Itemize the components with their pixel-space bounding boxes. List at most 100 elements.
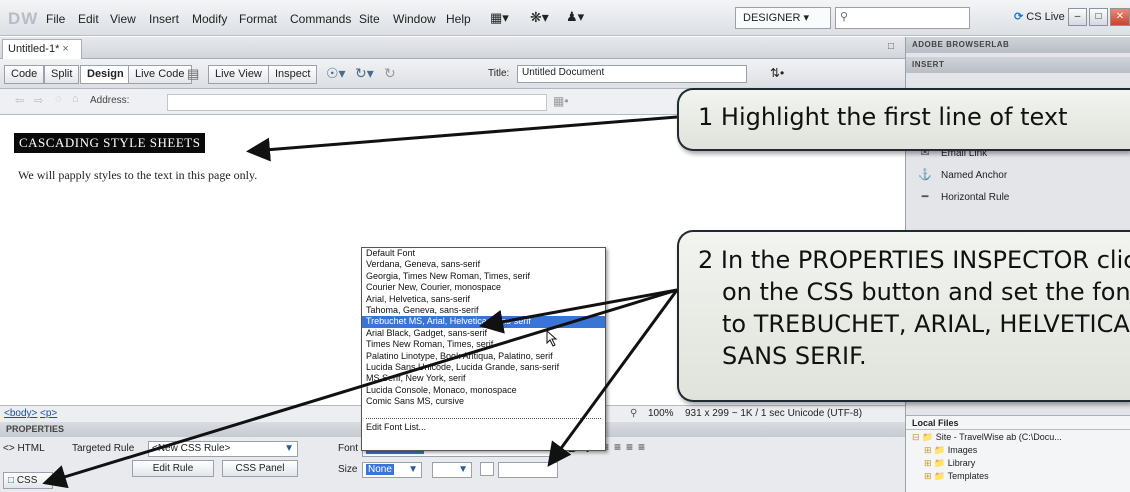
insert-named-anchor[interactable]: ⚓ Named Anchor	[906, 165, 1130, 187]
color-input[interactable]	[498, 462, 558, 478]
file-management-icon[interactable]: ⇅•	[770, 66, 784, 80]
file-item-templates[interactable]: ⊞ 📁 Templates	[906, 469, 1130, 482]
menu-commands[interactable]: Commands	[290, 12, 351, 26]
cslive-label: CS Live	[1026, 11, 1065, 23]
document-tab[interactable]: Untitled-1* ×	[2, 39, 82, 59]
forward-icon[interactable]: ⇨	[34, 94, 43, 107]
split-view-button[interactable]: Split	[44, 65, 80, 84]
menu-window[interactable]: Window	[393, 12, 436, 26]
menu-view[interactable]: View	[110, 12, 136, 26]
workspace-label: DESIGNER	[743, 12, 801, 24]
font-option[interactable]: Georgia, Times New Roman, Times, serif	[362, 271, 605, 282]
font-option[interactable]: Comic Sans MS, cursive	[362, 396, 605, 407]
design-view-button[interactable]: Design	[80, 65, 131, 84]
font-option[interactable]: Lucida Sans Unicode, Lucida Grande, sans…	[362, 362, 605, 373]
edit-rule-button[interactable]: Edit Rule	[132, 460, 214, 477]
font-option[interactable]: Courier New, Courier, monospace	[362, 282, 605, 293]
size-select[interactable]: None ▼	[362, 462, 422, 478]
menu-file[interactable]: File	[46, 12, 65, 26]
close-button[interactable]: ✕	[1110, 8, 1130, 26]
restore-icon[interactable]: □	[888, 41, 894, 52]
insert-anchor-label: Named Anchor	[941, 170, 1008, 181]
refresh-icon[interactable]: ↻	[384, 65, 396, 82]
menu-separator	[366, 407, 601, 420]
files-panel: Local Files ⊟ 📁 Site - TravelWise ab (C:…	[906, 415, 1130, 492]
font-option[interactable]: Arial, Helvetica, sans-serif	[362, 294, 605, 305]
folder-icon: ⊞ 📁	[924, 458, 946, 468]
search-input[interactable]: ⚲	[835, 7, 970, 29]
font-option[interactable]: MS Serif, New York, serif	[362, 373, 605, 384]
address-options-icon[interactable]: ▦•	[553, 94, 569, 108]
insert-panel-header[interactable]: INSERT	[906, 57, 1130, 73]
font-option[interactable]: Palatino Linotype, Book Antiqua, Palatin…	[362, 351, 605, 362]
inspect-button[interactable]: Inspect	[268, 65, 318, 84]
targeted-rule-select[interactable]: <New CSS Rule> ▼	[148, 441, 298, 457]
menu-format[interactable]: Format	[239, 12, 277, 26]
page-heading-selected[interactable]: CASCADING STYLE SHEETS	[14, 133, 206, 153]
font-option[interactable]: Trebuchet MS, Arial, Helvetica, sans-ser…	[362, 316, 605, 328]
file-item-library[interactable]: ⊞ 📁 Library	[906, 456, 1130, 469]
menu-help[interactable]: Help	[446, 12, 471, 26]
font-option[interactable]: Verdana, Geneva, sans-serif	[362, 259, 605, 270]
chevron-down-icon: ▼	[458, 464, 468, 475]
font-dropdown-menu[interactable]: Default Font Verdana, Geneva, sans-serif G…	[361, 247, 606, 451]
extend-icon[interactable]: ❋▾	[530, 9, 549, 26]
document-toolbar: Code Split Design Live Code ▤ Live View …	[0, 59, 905, 89]
live-view-button[interactable]: Live View	[208, 65, 269, 84]
tag-p[interactable]: <p>	[40, 408, 57, 419]
insert-horizontal-rule[interactable]: ━ Horizontal Rule	[906, 187, 1130, 209]
file-label: Site - TravelWise ab (C:\Docu...	[935, 432, 1062, 442]
html-button[interactable]: <> HTML	[3, 441, 58, 458]
browserlab-panel-header[interactable]: ADOBE BROWSERLAB	[906, 37, 1130, 53]
stop-icon[interactable]: ◌	[55, 93, 62, 105]
file-item-site[interactable]: ⊟ 📁 Site - TravelWise ab (C:\Docu...	[906, 430, 1130, 443]
anchor-icon: ⚓	[918, 169, 932, 181]
workspace-switcher[interactable]: DESIGNER ▾	[735, 7, 831, 29]
css-button[interactable]: □ CSS	[3, 472, 53, 489]
menu-edit[interactable]: Edit	[78, 12, 99, 26]
minimize-button[interactable]: –	[1068, 8, 1087, 26]
folder-icon: ⊞ 📁	[924, 445, 946, 455]
refresh-design-icon[interactable]: ↻▾	[355, 65, 374, 82]
menu-insert[interactable]: Insert	[149, 12, 179, 26]
menu-site[interactable]: Site	[359, 12, 380, 26]
callout-2-line-2: on the CSS button and set the font	[722, 278, 1130, 306]
font-label: Font	[338, 443, 359, 454]
zoom-tool-icon[interactable]: ⚲	[630, 408, 637, 419]
insert-hr-label: Horizontal Rule	[941, 192, 1010, 203]
tag-body[interactable]: <body>	[4, 408, 37, 419]
title-input[interactable]: Untitled Document	[517, 65, 747, 83]
search-icon: ⚲	[840, 11, 849, 23]
preview-icon[interactable]: ☉▾	[326, 65, 346, 82]
back-icon[interactable]: ⇦	[15, 94, 24, 107]
font-option[interactable]: Tahoma, Geneva, sans-serif	[362, 305, 605, 316]
callout-2-line-1: 2 In the PROPERTIES INSPECTOR click	[698, 246, 1130, 274]
cslive-icon: ⟳	[1014, 11, 1024, 23]
css-panel-button[interactable]: CSS Panel	[222, 460, 298, 477]
cslive-button[interactable]: ⟳ CS Live	[1010, 7, 1069, 29]
size-unit-select[interactable]: ▼	[432, 462, 472, 478]
color-picker[interactable]	[480, 462, 494, 476]
page-paragraph[interactable]: We will papply styles to the text in thi…	[18, 168, 257, 183]
maximize-button[interactable]: □	[1089, 8, 1108, 26]
size-label: Size	[338, 464, 358, 475]
inspect-code-icon[interactable]: ▤	[187, 66, 199, 82]
font-option[interactable]: Arial Black, Gadget, sans-serif	[362, 328, 605, 339]
zoom-level[interactable]: 100%	[648, 408, 674, 419]
close-tab-icon[interactable]: ×	[62, 43, 68, 55]
live-code-button[interactable]: Live Code	[128, 65, 192, 84]
menu-modify[interactable]: Modify	[192, 12, 227, 26]
edit-font-list-item[interactable]: Edit Font List...	[362, 422, 605, 433]
site-icon[interactable]: ♟▾	[566, 9, 584, 25]
home-icon[interactable]: ⌂	[72, 93, 79, 105]
font-option[interactable]: Default Font	[362, 248, 605, 259]
css-button-label: CSS	[16, 475, 38, 486]
code-view-button[interactable]: Code	[4, 65, 45, 84]
font-option[interactable]: Lucida Console, Monaco, monospace	[362, 385, 605, 396]
font-option[interactable]: Times New Roman, Times, serif	[362, 339, 605, 350]
align-icons[interactable]: ≡≡≡≡	[602, 440, 650, 454]
address-input[interactable]	[167, 94, 547, 111]
file-item-images[interactable]: ⊞ 📁 Images	[906, 443, 1130, 456]
layout-icon[interactable]: ▦▾	[490, 10, 509, 26]
document-tab-label: Untitled-1*	[8, 43, 60, 55]
